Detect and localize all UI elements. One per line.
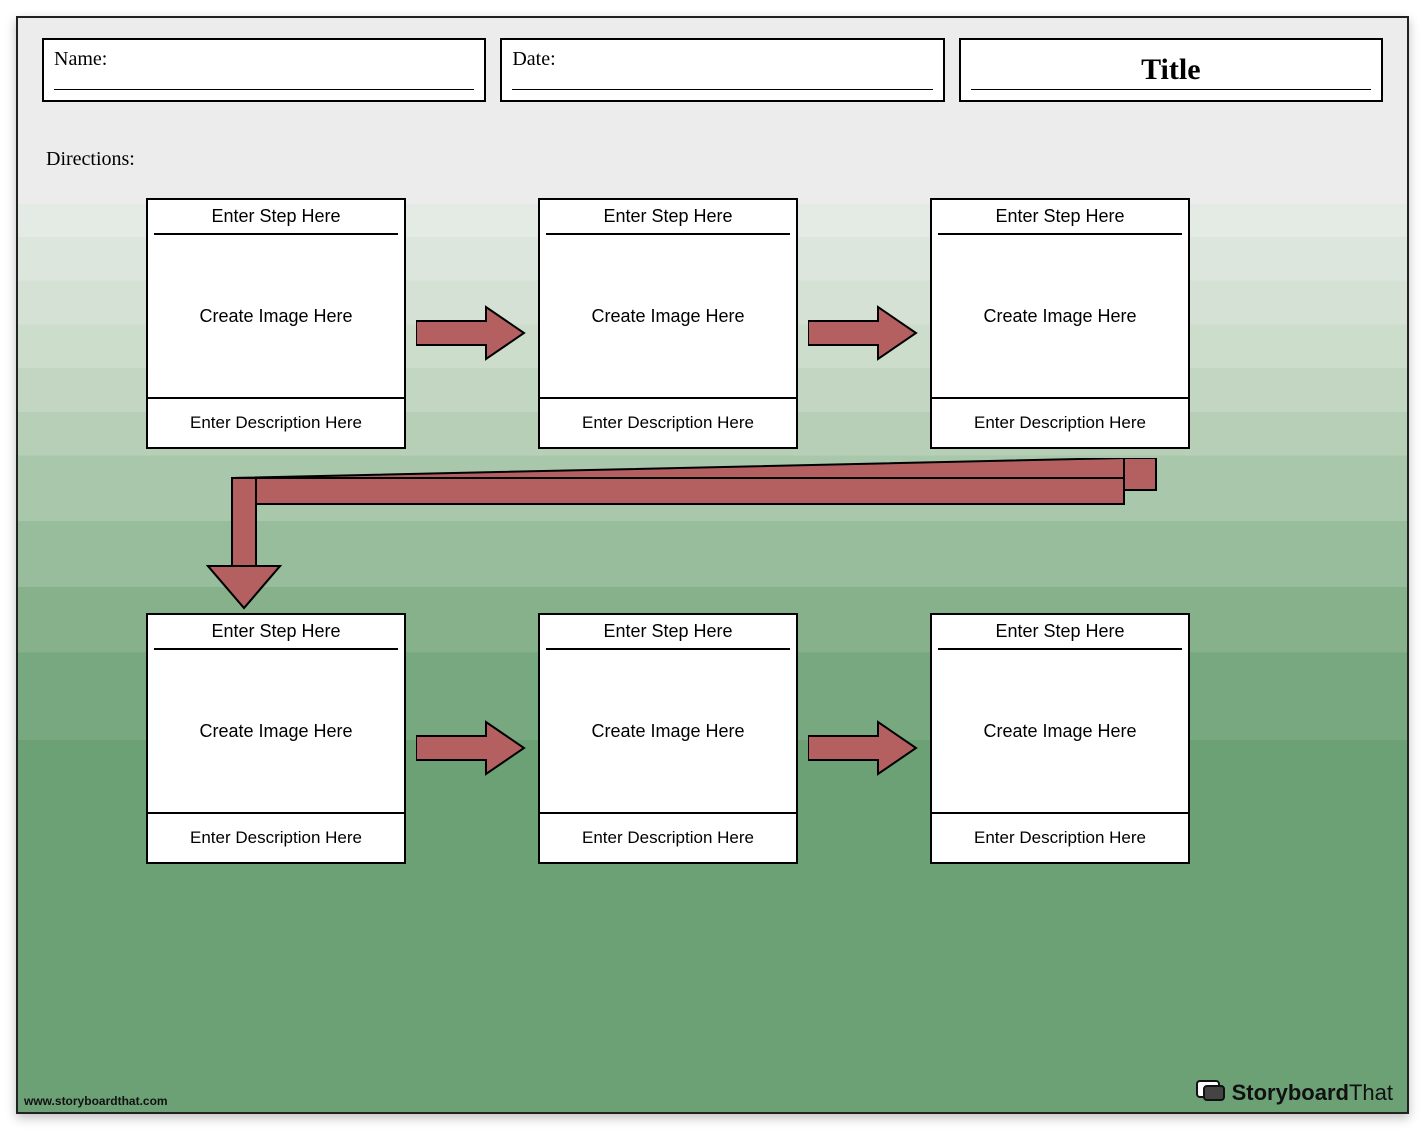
date-field[interactable]: Date: <box>500 38 944 102</box>
description-area[interactable]: Enter Description Here <box>932 812 1188 862</box>
description-area[interactable]: Enter Description Here <box>540 812 796 862</box>
image-area[interactable]: Create Image Here <box>938 241 1182 391</box>
step-title[interactable]: Enter Step Here <box>932 615 1188 648</box>
brand-text-2: That <box>1349 1080 1393 1106</box>
description-area[interactable]: Enter Description Here <box>932 397 1188 447</box>
divider <box>938 233 1182 235</box>
brand-text-1: Storyboard <box>1232 1080 1349 1106</box>
image-area[interactable]: Create Image Here <box>546 241 790 391</box>
worksheet-page: Name: Date: Title Directions: Enter Step… <box>16 16 1409 1114</box>
image-area[interactable]: Create Image Here <box>154 656 398 806</box>
header-row: Name: Date: Title <box>42 38 1383 102</box>
step-title[interactable]: Enter Step Here <box>932 200 1188 233</box>
step-title[interactable]: Enter Step Here <box>148 615 404 648</box>
divider <box>546 648 790 650</box>
description-area[interactable]: Enter Description Here <box>540 397 796 447</box>
title-field[interactable]: Title <box>959 38 1383 102</box>
description-area[interactable]: Enter Description Here <box>148 397 404 447</box>
arrow-snake-icon <box>206 458 1166 614</box>
step-title[interactable]: Enter Step Here <box>540 200 796 233</box>
divider <box>546 233 790 235</box>
step-card-5[interactable]: Enter Step Here Create Image Here Enter … <box>538 613 798 864</box>
title-text: Title <box>1141 53 1200 87</box>
date-label: Date: <box>512 48 555 71</box>
description-area[interactable]: Enter Description Here <box>148 812 404 862</box>
image-area[interactable]: Create Image Here <box>546 656 790 806</box>
date-underline <box>512 89 932 90</box>
step-title[interactable]: Enter Step Here <box>540 615 796 648</box>
divider <box>938 648 1182 650</box>
arrow-right-icon <box>808 303 920 363</box>
step-card-6[interactable]: Enter Step Here Create Image Here Enter … <box>930 613 1190 864</box>
title-underline <box>971 89 1371 90</box>
name-label: Name: <box>54 48 107 71</box>
name-field[interactable]: Name: <box>42 38 486 102</box>
name-underline <box>54 89 474 90</box>
directions-label: Directions: <box>46 148 135 171</box>
divider <box>154 233 398 235</box>
step-card-1[interactable]: Enter Step Here Create Image Here Enter … <box>146 198 406 449</box>
image-area[interactable]: Create Image Here <box>154 241 398 391</box>
arrow-right-icon <box>416 303 528 363</box>
step-card-2[interactable]: Enter Step Here Create Image Here Enter … <box>538 198 798 449</box>
image-area[interactable]: Create Image Here <box>938 656 1182 806</box>
step-card-3[interactable]: Enter Step Here Create Image Here Enter … <box>930 198 1190 449</box>
speech-bubble-icon <box>1196 1080 1226 1106</box>
divider <box>154 648 398 650</box>
footer-url: www.storyboardthat.com <box>24 1094 168 1108</box>
step-card-4[interactable]: Enter Step Here Create Image Here Enter … <box>146 613 406 864</box>
arrow-right-icon <box>808 718 920 778</box>
step-title[interactable]: Enter Step Here <box>148 200 404 233</box>
arrow-right-icon <box>416 718 528 778</box>
brand-logo: StoryboardThat <box>1196 1080 1393 1106</box>
